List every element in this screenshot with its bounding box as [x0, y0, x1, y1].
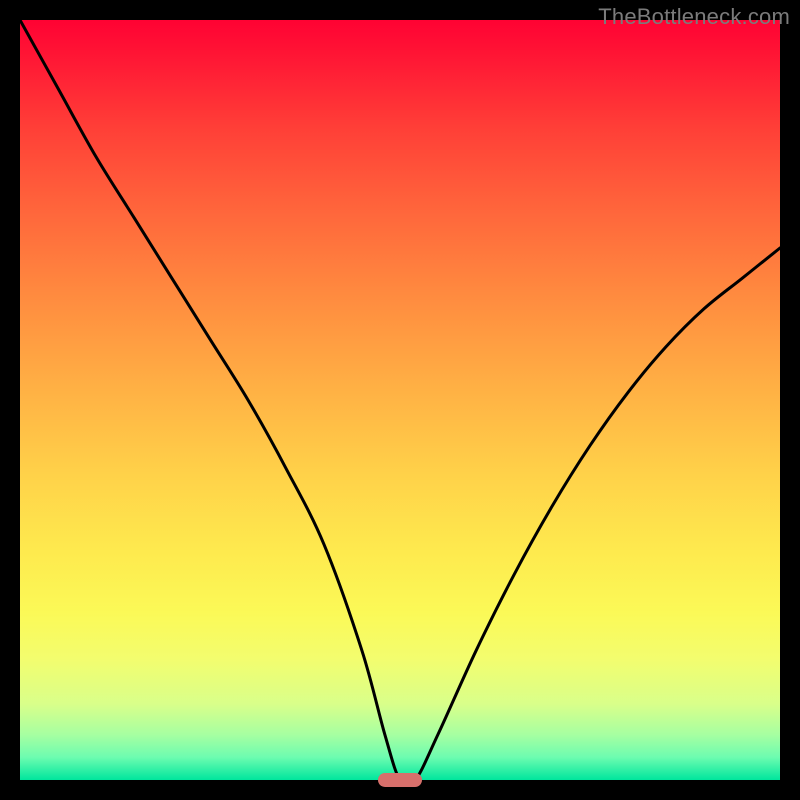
chart-frame: TheBottleneck.com — [0, 0, 800, 800]
optimal-marker — [378, 773, 422, 787]
bottleneck-curve — [20, 20, 780, 780]
watermark-text: TheBottleneck.com — [598, 4, 790, 30]
plot-area — [20, 20, 780, 780]
